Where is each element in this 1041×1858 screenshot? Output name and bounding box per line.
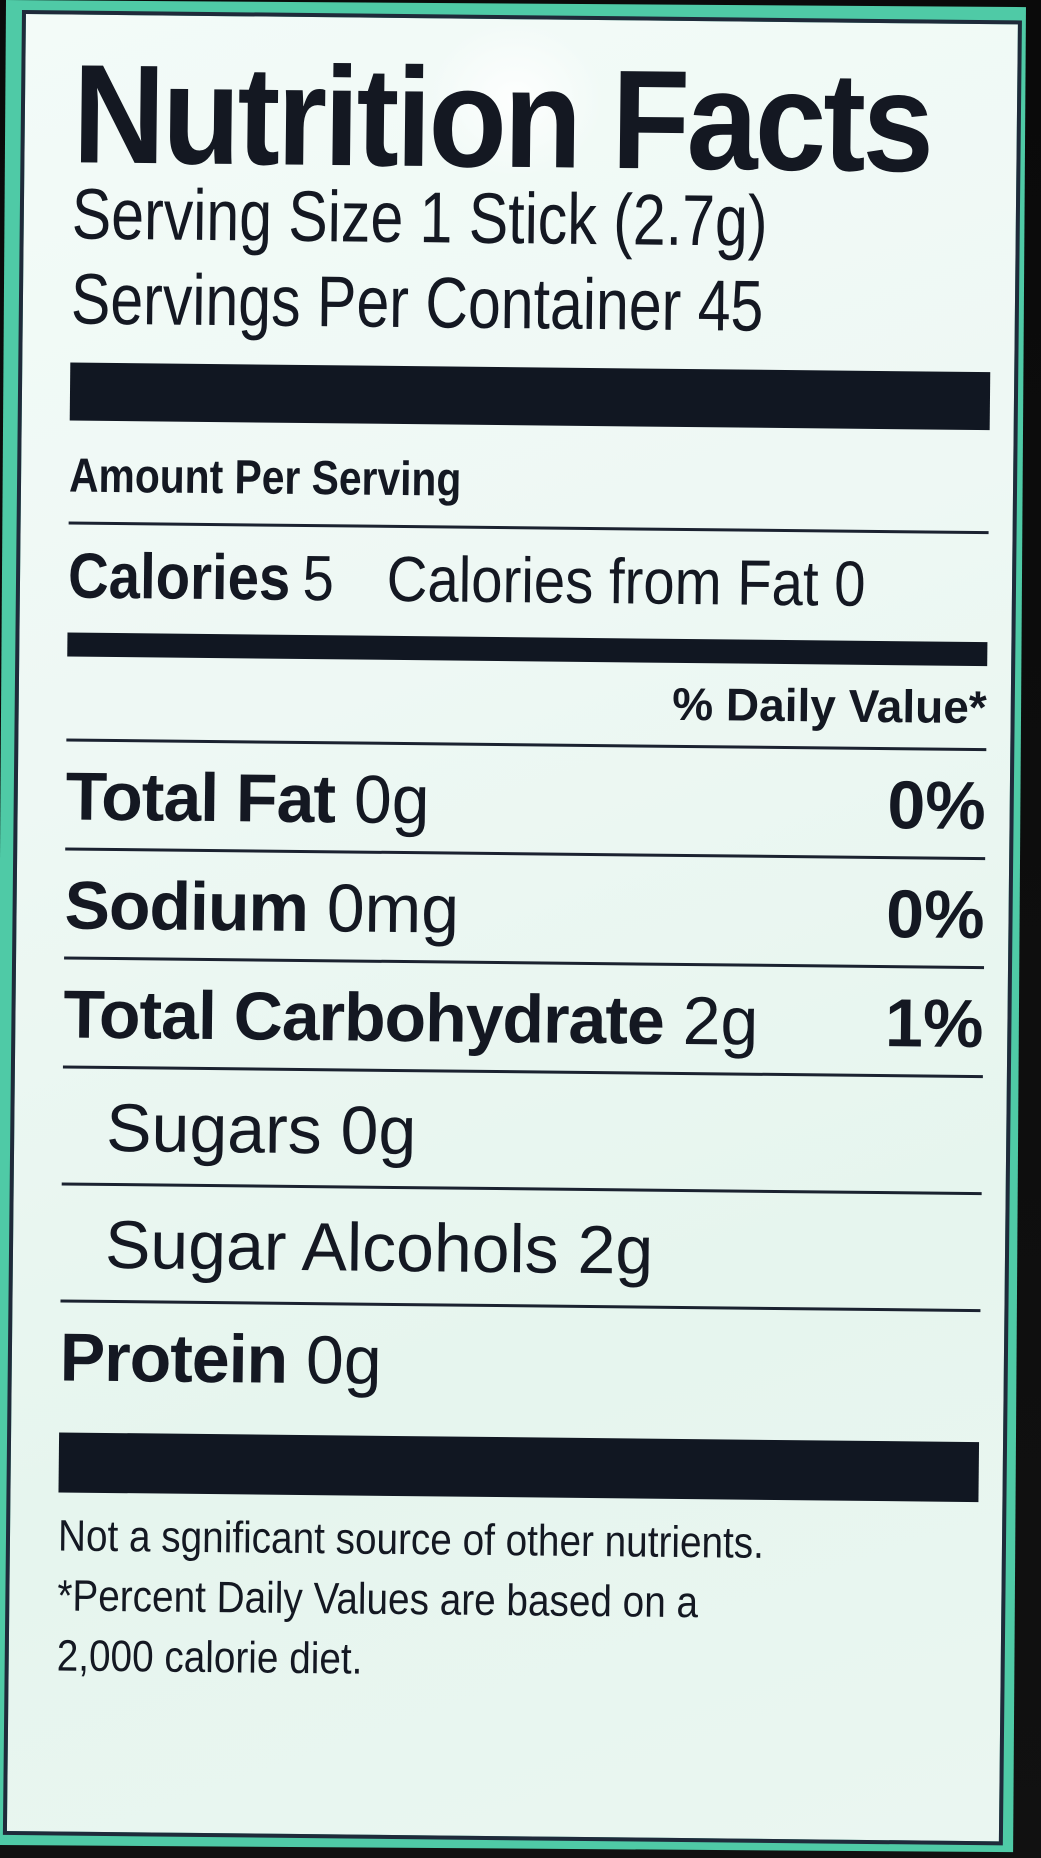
footnote-line: *Percent Daily Values are based on a xyxy=(57,1571,699,1627)
nutrient-amount: 0mg xyxy=(326,870,460,948)
thick-divider xyxy=(58,1432,980,1503)
nutrient-amount: 2g xyxy=(577,1211,654,1289)
calories-from-fat: Calories from Fat 0 xyxy=(386,542,866,620)
calories-label: Calories xyxy=(67,539,291,614)
calories-row: Calories 5 Calories from Fat 0 xyxy=(68,524,879,630)
nutrient-amount: 0g xyxy=(305,1321,383,1399)
nutrient-name: Total Carbohydrate xyxy=(63,976,665,1059)
nutrient-row-sugars: Sugars 0g xyxy=(62,1068,983,1192)
nutrient-amount: 0g xyxy=(340,1092,417,1170)
nutrient-name: Sugar Alcohols xyxy=(104,1206,560,1288)
calories-value: 5 xyxy=(302,541,335,615)
footnote-line: Not a sgnificant source of other nutrien… xyxy=(57,1511,765,1568)
nutrient-row-sugar-alcohols: Sugar Alcohols 2g xyxy=(61,1185,982,1309)
nutrient-daily-value: 0% xyxy=(885,876,985,954)
footnote-line: 2,000 calorie diet. xyxy=(56,1631,363,1684)
nutrient-row-sodium: Sodium 0mg 0% xyxy=(64,850,985,966)
amount-per-serving: Amount Per Serving xyxy=(68,449,462,507)
nutrition-facts-label: Nutrition Facts Serving Size 1 Stick (2.… xyxy=(2,10,1022,1846)
thick-divider xyxy=(69,362,991,431)
nutrient-name: Sugars xyxy=(105,1089,323,1169)
daily-value-header: % Daily Value* xyxy=(671,677,988,734)
nutrient-daily-value: 1% xyxy=(884,985,984,1063)
nutrient-amount: 0g xyxy=(353,761,430,839)
serving-size: Serving Size 1 Stick (2.7g) xyxy=(71,174,768,262)
nutrient-name: Total Fat xyxy=(65,758,336,838)
servings-per-container: Servings Per Container 45 xyxy=(70,259,764,347)
nutrient-row-protein: Protein 0g xyxy=(59,1302,980,1418)
label-content: Nutrition Facts Serving Size 1 Stick (2.… xyxy=(56,35,993,1696)
nutrient-row-total-fat: Total Fat 0g 0% xyxy=(65,741,986,857)
nutrient-amount: 2g xyxy=(682,982,759,1060)
nutrient-name: Sodium xyxy=(64,867,309,946)
nutrient-daily-value: 0% xyxy=(887,767,987,845)
medium-divider xyxy=(67,632,988,667)
nutrient-row-total-carbohydrate: Total Carbohydrate 2g 1% xyxy=(63,959,984,1075)
nutrient-name: Protein xyxy=(59,1319,288,1398)
label-title: Nutrition Facts xyxy=(72,35,932,203)
